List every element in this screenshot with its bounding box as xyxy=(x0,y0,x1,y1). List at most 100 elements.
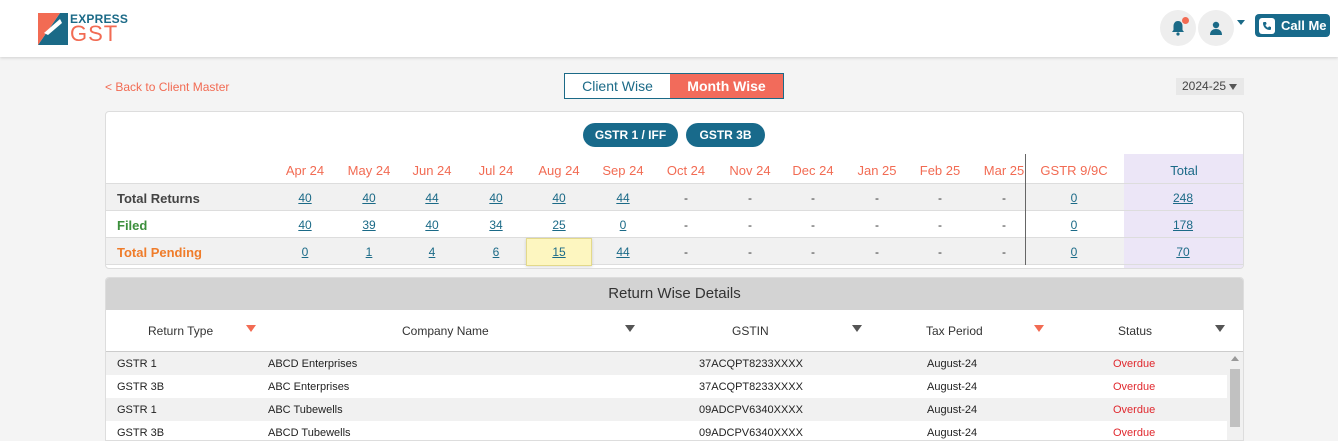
gstr3b-button[interactable]: GSTR 3B xyxy=(686,123,765,147)
summary-cell: - xyxy=(1002,218,1006,232)
total-cell[interactable]: 178 xyxy=(1151,218,1215,232)
table-scrollbar[interactable] xyxy=(1227,352,1243,440)
summary-count-link[interactable]: 34 xyxy=(489,218,502,232)
summary-cell: - xyxy=(748,191,752,205)
gstr9-count-link[interactable]: 0 xyxy=(1071,245,1078,259)
summary-cell[interactable]: 6 xyxy=(464,245,528,259)
summary-cell[interactable]: 40 xyxy=(273,218,337,232)
total-cell[interactable]: 70 xyxy=(1151,245,1215,259)
summary-count-link[interactable]: 44 xyxy=(616,191,629,205)
details-title: Return Wise Details xyxy=(106,278,1243,310)
summary-count-link[interactable]: 44 xyxy=(616,245,629,259)
summary-count-link[interactable]: 40 xyxy=(552,191,565,205)
summary-cell[interactable]: 0 xyxy=(591,218,655,232)
cell-return-type: GSTR 3B xyxy=(117,381,165,393)
total-count-link[interactable]: 178 xyxy=(1173,218,1193,232)
filter-icon[interactable] xyxy=(852,325,862,332)
client-wise-tab[interactable]: Client Wise xyxy=(565,74,670,98)
total-header: Total xyxy=(1170,163,1198,178)
summary-count-link[interactable]: 6 xyxy=(493,245,500,259)
summary-count-link[interactable]: 0 xyxy=(302,245,309,259)
month-header: Oct 24 xyxy=(666,163,706,178)
back-to-client-master-link[interactable]: < Back to Client Master xyxy=(105,80,229,94)
total-count-link[interactable]: 70 xyxy=(1176,245,1189,259)
table-row[interactable]: GSTR 1 ABCD Enterprises 37ACQPT8233XXXX … xyxy=(106,352,1227,375)
summary-cell[interactable]: 1 xyxy=(337,245,401,259)
summary-count-link[interactable]: 44 xyxy=(425,191,438,205)
summary-cell[interactable]: 40 xyxy=(273,191,337,205)
gstr9-cell[interactable]: 0 xyxy=(1042,218,1106,232)
cell-gstin: 09ADCPV6340XXXX xyxy=(699,404,803,416)
summary-count-link[interactable]: 40 xyxy=(362,191,375,205)
month-header: Jun 24 xyxy=(412,163,452,178)
view-toggle: Client Wise Month Wise xyxy=(564,73,784,99)
summary-cell[interactable]: 44 xyxy=(400,191,464,205)
gstr9-count-link[interactable]: 0 xyxy=(1071,191,1078,205)
summary-cell[interactable]: 40 xyxy=(337,191,401,205)
summary-cell[interactable]: 4 xyxy=(400,245,464,259)
month-header: Jul 24 xyxy=(478,163,514,178)
summary-count-link[interactable]: 4 xyxy=(429,245,436,259)
summary-cell: - xyxy=(811,245,815,259)
table-row[interactable]: GSTR 1 ABC Tubewells 09ADCPV6340XXXX Aug… xyxy=(106,398,1227,421)
summary-count-link[interactable]: 40 xyxy=(489,191,502,205)
summary-cell[interactable]: 44 xyxy=(591,245,655,259)
year-select[interactable]: 2024-25 xyxy=(1176,78,1244,95)
month-header: Apr 24 xyxy=(285,163,325,178)
summary-cell[interactable]: 44 xyxy=(591,191,655,205)
summary-cell[interactable]: 25 xyxy=(527,218,591,232)
cell-gstin: 09ADCPV6340XXXX xyxy=(699,427,803,439)
cell-gstin: 37ACQPT8233XXXX xyxy=(699,358,803,370)
filter-icon[interactable] xyxy=(246,325,256,332)
table-row[interactable]: GSTR 3B ABC Enterprises 37ACQPT8233XXXX … xyxy=(106,375,1227,398)
express-gst-logo[interactable]: EXPRESS GST xyxy=(38,12,128,48)
summary-count-link[interactable]: 15 xyxy=(552,245,565,259)
filter-icon[interactable] xyxy=(1034,325,1044,332)
top-bar: EXPRESS GST Call Me xyxy=(0,0,1338,57)
summary-count-link[interactable]: 40 xyxy=(298,218,311,232)
summary-cell: - xyxy=(684,218,688,232)
summary-cell[interactable]: 15 xyxy=(527,245,591,259)
chevron-down-icon[interactable] xyxy=(1237,20,1245,25)
cell-tax-period: August-24 xyxy=(927,427,978,439)
summary-cell: - xyxy=(748,218,752,232)
cell-return-type: GSTR 3B xyxy=(117,427,165,439)
user-menu-button[interactable] xyxy=(1198,10,1234,46)
total-count-link[interactable]: 248 xyxy=(1173,191,1193,205)
month-header: Dec 24 xyxy=(792,163,834,178)
summary-cell: - xyxy=(875,245,879,259)
gstr9-count-link[interactable]: 0 xyxy=(1071,218,1078,232)
cell-tax-period: August-24 xyxy=(927,404,978,416)
gstr9-cell[interactable]: 0 xyxy=(1042,245,1106,259)
summary-cell: - xyxy=(938,191,942,205)
gstr9-cell[interactable]: 0 xyxy=(1042,191,1106,205)
summary-count-link[interactable]: 1 xyxy=(366,245,373,259)
gstr1-iff-button[interactable]: GSTR 1 / IFF xyxy=(583,123,678,147)
scroll-thumb[interactable] xyxy=(1230,369,1240,427)
call-me-button[interactable]: Call Me xyxy=(1255,14,1330,37)
notifications-button[interactable] xyxy=(1160,10,1196,46)
summary-count-link[interactable]: 39 xyxy=(362,218,375,232)
summary-cell: - xyxy=(875,191,879,205)
logo-text-gst: GST xyxy=(70,21,119,46)
summary-cell[interactable]: 34 xyxy=(464,218,528,232)
summary-cell[interactable]: 39 xyxy=(337,218,401,232)
filter-icon[interactable] xyxy=(625,325,635,332)
summary-cell[interactable]: 40 xyxy=(527,191,591,205)
summary-count-link[interactable]: 0 xyxy=(620,218,627,232)
filter-icon[interactable] xyxy=(1215,325,1225,332)
summary-cell: - xyxy=(938,245,942,259)
summary-count-link[interactable]: 25 xyxy=(552,218,565,232)
scroll-up-icon[interactable] xyxy=(1231,356,1239,361)
total-cell[interactable]: 248 xyxy=(1151,191,1215,205)
cell-tax-period: August-24 xyxy=(927,358,978,370)
row-label-filed: Filed xyxy=(117,218,148,233)
summary-count-link[interactable]: 40 xyxy=(298,191,311,205)
cell-company-name: ABCD Tubewells xyxy=(268,427,351,439)
summary-cell[interactable]: 40 xyxy=(400,218,464,232)
summary-cell[interactable]: 0 xyxy=(273,245,337,259)
table-row[interactable]: GSTR 3B ABCD Tubewells 09ADCPV6340XXXX A… xyxy=(106,421,1227,440)
month-wise-tab[interactable]: Month Wise xyxy=(670,74,783,98)
summary-cell[interactable]: 40 xyxy=(464,191,528,205)
summary-count-link[interactable]: 40 xyxy=(425,218,438,232)
